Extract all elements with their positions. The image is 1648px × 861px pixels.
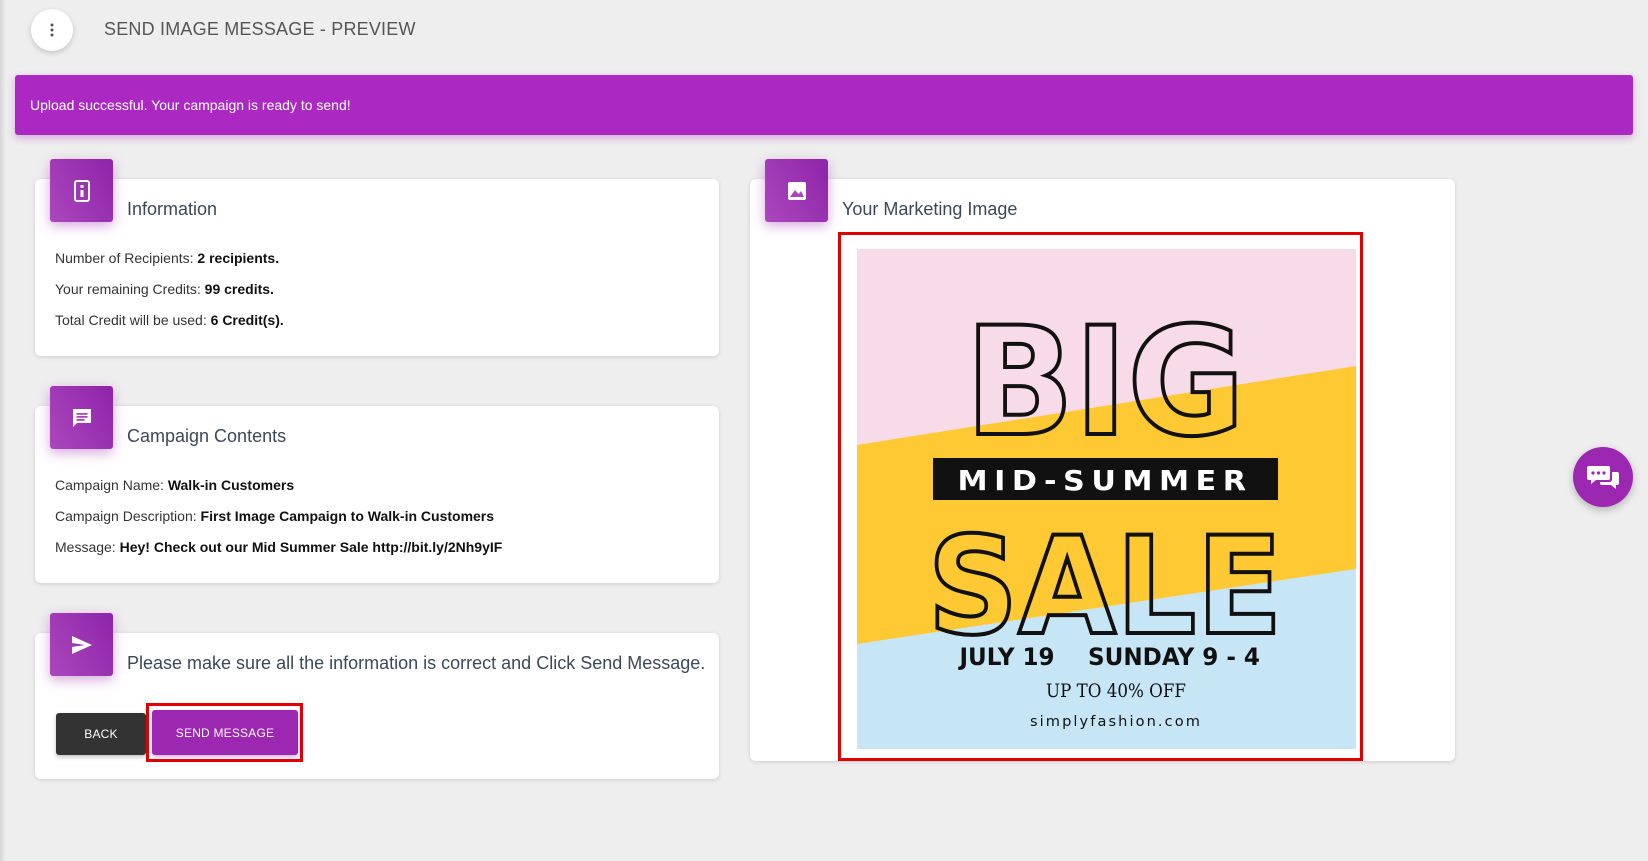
page-edge-shadow (0, 0, 6, 861)
campaign-message-line: Message: Hey! Check out our Mid Summer S… (55, 539, 502, 555)
recipients-label: Number of Recipients: (55, 250, 198, 266)
recipients-line: Number of Recipients: 2 recipients. (55, 250, 279, 266)
promo-mid-summer: MID-SUMMER (958, 464, 1253, 497)
promo-time: SUNDAY 9 - 4 (1088, 643, 1260, 671)
credits-used-value: 6 Credit(s). (210, 312, 284, 328)
promo-offer: UP TO 40% OFF (1046, 680, 1186, 702)
promo-site: simplyfashion.com (1030, 714, 1202, 730)
credits-line: Your remaining Credits: 99 credits. (55, 281, 274, 297)
message-icon (50, 386, 113, 449)
campaign-description-label: Campaign Description: (55, 508, 201, 524)
page-title: SEND IMAGE MESSAGE - PREVIEW (104, 19, 416, 39)
campaign-name-line: Campaign Name: Walk-in Customers (55, 477, 294, 493)
campaign-description-value: First Image Campaign to Walk-in Customer… (200, 508, 495, 524)
image-icon (765, 159, 828, 222)
campaign-title: Campaign Contents (127, 426, 287, 446)
promo-date: JULY 19 (958, 643, 1055, 671)
success-alert: Upload successful. Your campaign is read… (15, 75, 1633, 135)
alert-message: Upload successful. Your campaign is read… (30, 97, 351, 113)
chat-bubbles-icon[interactable] (1573, 447, 1633, 507)
back-button[interactable]: BACK (56, 713, 146, 755)
more-vert-icon[interactable] (31, 9, 73, 51)
campaign-message-value: Hey! Check out our Mid Summer Sale http:… (119, 539, 503, 555)
promo-big: BIG (965, 296, 1245, 470)
send-icon (50, 613, 113, 676)
send-message-button[interactable]: SEND MESSAGE (152, 710, 298, 755)
credits-used-label: Total Credit will be used: (55, 312, 211, 328)
phone-icon (50, 159, 113, 222)
campaign-message-label: Message: (55, 539, 120, 555)
credits-used-line: Total Credit will be used: 6 Credit(s). (55, 312, 284, 328)
credits-label: Your remaining Credits: (55, 281, 205, 297)
information-title: Information (127, 199, 218, 219)
marketing-image: BIG MID-SUMMER SALE JULY 19 SUNDAY 9 - 4… (857, 249, 1356, 749)
promo-sale: SALE (928, 508, 1283, 665)
campaign-name-label: Campaign Name: (55, 477, 168, 493)
campaign-description-line: Campaign Description: First Image Campai… (55, 508, 494, 524)
confirm-instruction: Please make sure all the information is … (127, 653, 706, 673)
recipients-value: 2 recipients. (197, 250, 280, 266)
marketing-image-title: Your Marketing Image (842, 199, 1018, 219)
campaign-name-value: Walk-in Customers (167, 477, 295, 493)
credits-value: 99 credits. (204, 281, 274, 297)
